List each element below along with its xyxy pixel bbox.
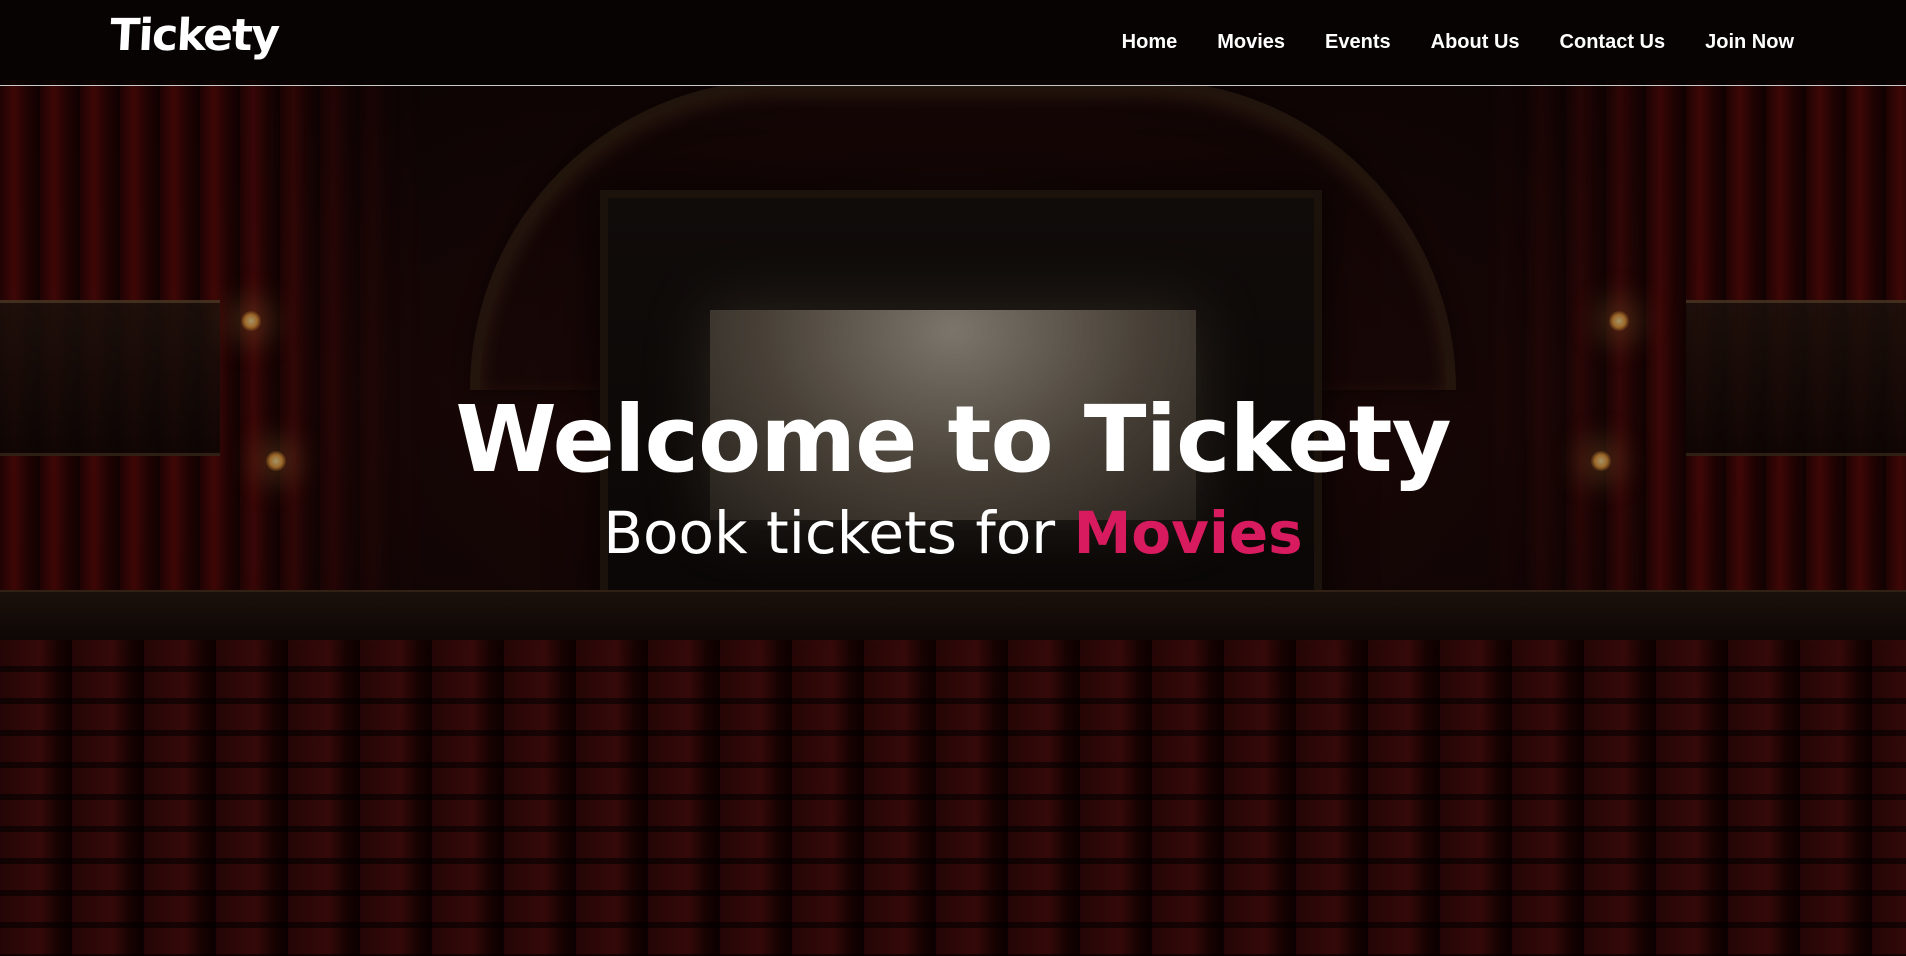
nav-link-contact-us[interactable]: Contact Us (1560, 30, 1666, 54)
nav-link-movies[interactable]: Movies (1217, 30, 1285, 54)
hero-subtitle-highlight: Movies (1073, 499, 1303, 567)
brand-logo[interactable]: Tickety (109, 10, 280, 61)
nav-menu: Home Movies Events About Us Contact Us J… (1122, 30, 1794, 54)
page: Tickety Home Movies Events About Us Cont… (0, 0, 1906, 956)
navbar: Tickety Home Movies Events About Us Cont… (0, 0, 1906, 86)
nav-link-about-us[interactable]: About Us (1431, 30, 1520, 54)
hero-section: Welcome to Tickety Book tickets for Movi… (0, 386, 1906, 567)
hero-title: Welcome to Tickety (455, 386, 1451, 493)
nav-link-events[interactable]: Events (1325, 30, 1391, 54)
hero-subtitle: Book tickets for Movies (0, 500, 1906, 566)
nav-link-home[interactable]: Home (1122, 30, 1178, 54)
hero-subtitle-prefix: Book tickets for (603, 499, 1074, 567)
nav-link-join-now[interactable]: Join Now (1705, 30, 1794, 54)
